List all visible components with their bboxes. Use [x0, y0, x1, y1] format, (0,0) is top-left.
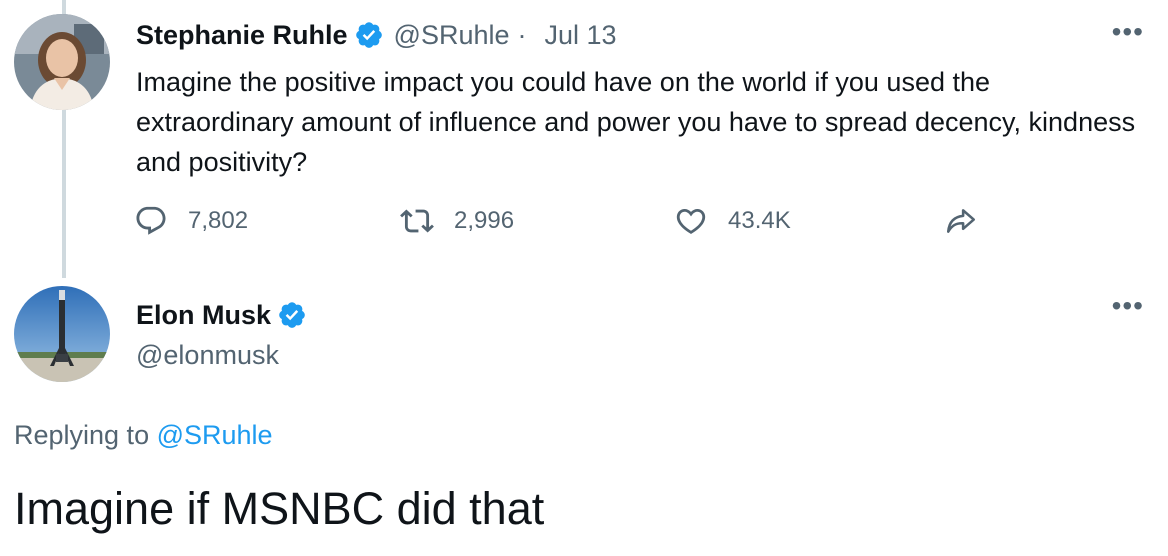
reply-author-header: Elon Musk: [136, 298, 307, 332]
tweet-date[interactable]: Jul 13: [545, 18, 617, 52]
retweet-button[interactable]: 2,996: [400, 204, 514, 238]
share-button[interactable]: [944, 204, 998, 238]
replying-to-line: Replying to @SRuhle: [14, 420, 273, 451]
separator-dot: ·: [517, 20, 527, 50]
author-handle[interactable]: @SRuhle: [394, 18, 510, 52]
reply-count: 7,802: [188, 207, 249, 234]
replying-to-mention-link[interactable]: @SRuhle: [157, 420, 273, 450]
like-button[interactable]: 43.4K: [674, 204, 791, 238]
avatar[interactable]: [14, 14, 110, 110]
original-tweet-header: Stephanie Ruhle @SRuhle · Jul 13: [136, 18, 617, 52]
elon-musk-avatar-image: [14, 286, 110, 382]
reply-button[interactable]: 7,802: [134, 204, 248, 238]
stephanie-ruhle-avatar-image: [14, 14, 110, 110]
more-options-icon[interactable]: •••: [1112, 292, 1144, 320]
tweet-text: Imagine the positive impact you could ha…: [136, 67, 1136, 177]
reply-icon: [136, 206, 166, 235]
share-arrow-icon: [946, 209, 976, 233]
retweet-count: 2,996: [454, 207, 515, 234]
replying-to-label: Replying to: [14, 420, 150, 450]
author-name[interactable]: Elon Musk: [136, 298, 271, 332]
verified-badge-icon: [355, 22, 382, 48]
more-options-icon[interactable]: •••: [1112, 18, 1144, 46]
heart-icon: [676, 208, 706, 234]
avatar[interactable]: [14, 286, 110, 382]
author-handle[interactable]: @elonmusk: [136, 338, 279, 372]
like-count: 43.4K: [728, 207, 791, 234]
retweet-icon: [400, 209, 434, 233]
author-name[interactable]: Stephanie Ruhle: [136, 18, 348, 52]
verified-badge-icon: [279, 302, 305, 328]
reply-tweet-text: Imagine if MSNBC did that: [14, 483, 545, 534]
